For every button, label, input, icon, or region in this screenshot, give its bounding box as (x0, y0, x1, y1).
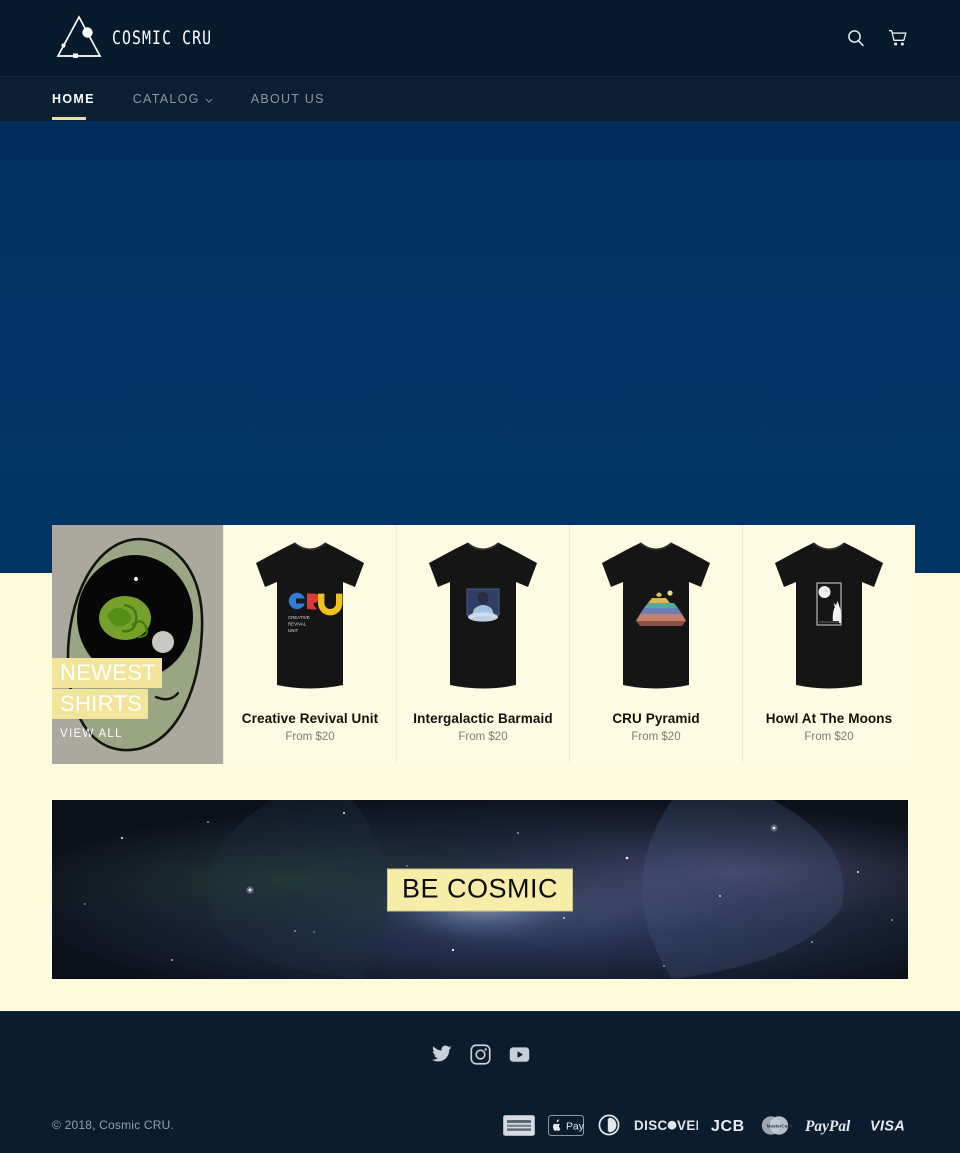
nav-label-home: HOME (52, 92, 95, 106)
discover-icon: DISC VER (634, 1116, 698, 1134)
svg-text:MasterCard: MasterCard (767, 1123, 792, 1128)
product-price: From $20 (631, 731, 681, 743)
nav-item-home[interactable]: HOME (52, 77, 95, 122)
brand-name: COSMIC CRU (112, 27, 213, 49)
product-card[interactable]: Intergalactic Barmaid From $20 (396, 525, 569, 764)
site-footer: © 2018, Cosmic CRU. Pay DISC VE JCB Mast… (0, 1011, 960, 1153)
product-price: From $20 (804, 731, 854, 743)
site-header: COSMIC CRU (0, 0, 960, 76)
svg-text:JCB: JCB (711, 1118, 745, 1134)
nav-label-about-us: ABOUT US (250, 92, 325, 106)
promo-labels: NEWEST SHIRTS VIEW ALL (52, 658, 223, 742)
product-price: From $20 (458, 731, 508, 743)
nav-link-home[interactable]: HOME (52, 92, 95, 106)
hero-section (0, 121, 960, 573)
svg-text:DISC: DISC (634, 1118, 668, 1133)
svg-text:Pay: Pay (566, 1121, 584, 1132)
header-icons (846, 28, 908, 48)
product-title: Howl At The Moons (765, 711, 893, 726)
wolf-moon-shirt-image (743, 531, 915, 703)
nav-item-catalog[interactable]: CATALOG (133, 77, 213, 122)
page-root: COSMIC CRU HOME CATALOG ABOUT US NEWEST … (0, 0, 960, 1153)
cru-logo-shirt-image: CREATIVE REVIVAL UNIT (224, 531, 396, 703)
header-inner: COSMIC CRU (0, 0, 960, 76)
svg-text:VISA: VISA (870, 1119, 905, 1134)
nav-list: HOME CATALOG ABOUT US (52, 77, 363, 122)
search-icon[interactable] (846, 28, 866, 48)
logo-link[interactable]: COSMIC CRU (52, 12, 240, 64)
view-all-link[interactable]: VIEW ALL (52, 728, 123, 740)
footer-bottom: © 2018, Cosmic CRU. Pay DISC VE JCB Mast… (0, 1097, 960, 1153)
be-cosmic-text: BE COSMIC (386, 868, 574, 911)
diners-club-icon (597, 1114, 621, 1136)
youtube-icon[interactable] (509, 1044, 530, 1065)
social-links (0, 1012, 960, 1065)
product-title: Intergalactic Barmaid (413, 711, 553, 726)
copyright-text: © 2018, Cosmic CRU. (52, 1118, 175, 1132)
payment-icons: Pay DISC VER (503, 1114, 908, 1136)
promo-title-line-1: NEWEST (52, 658, 162, 688)
promo-title-line-2: SHIRTS (52, 689, 149, 719)
svg-text:REVIVAL: REVIVAL (288, 622, 307, 627)
product-card[interactable]: CREATIVE REVIVAL UNIT Creative Revival U… (223, 525, 396, 764)
instagram-icon[interactable] (469, 1044, 491, 1065)
apple-pay-icon: Pay (548, 1114, 584, 1136)
barmaid-shirt-image (397, 531, 569, 703)
jcb-icon: JCB (711, 1116, 745, 1134)
visa-icon: VISA (870, 1116, 908, 1134)
american-express-icon (503, 1114, 535, 1136)
svg-text:UNIT: UNIT (288, 628, 299, 633)
product-card[interactable]: Howl At The Moons From $20 (742, 525, 915, 764)
twitter-icon[interactable] (431, 1044, 452, 1065)
nav-link-catalog[interactable]: CATALOG (133, 92, 213, 106)
shopping-cart-icon[interactable] (888, 28, 908, 48)
svg-text:VER: VER (677, 1118, 698, 1133)
product-card[interactable]: CRU Pyramid From $20 (569, 525, 742, 764)
pyramid-shirt-image (570, 531, 742, 703)
main-navigation: HOME CATALOG ABOUT US (0, 76, 960, 121)
chevron-down-icon (205, 92, 213, 106)
nav-item-about-us[interactable]: ABOUT US (251, 77, 325, 122)
cosmic-triangle-logo-icon (52, 12, 106, 64)
be-cosmic-banner[interactable]: BE COSMIC (52, 800, 908, 979)
product-title: Creative Revival Unit (241, 711, 379, 726)
nav-link-about-us[interactable]: ABOUT US (251, 92, 325, 106)
svg-text:CREATIVE: CREATIVE (288, 615, 310, 620)
product-title: CRU Pyramid (612, 711, 700, 726)
product-strip: NEWEST SHIRTS VIEW ALL CREATIVE REVIVAL … (52, 525, 915, 764)
svg-text:PayPal: PayPal (805, 1118, 851, 1135)
promo-tile-newest-shirts[interactable]: NEWEST SHIRTS VIEW ALL (52, 525, 223, 764)
nav-label-catalog: CATALOG (132, 92, 200, 106)
mastercard-icon: MasterCard (758, 1115, 792, 1136)
paypal-icon: PayPal (805, 1116, 857, 1135)
product-price: From $20 (285, 731, 335, 743)
